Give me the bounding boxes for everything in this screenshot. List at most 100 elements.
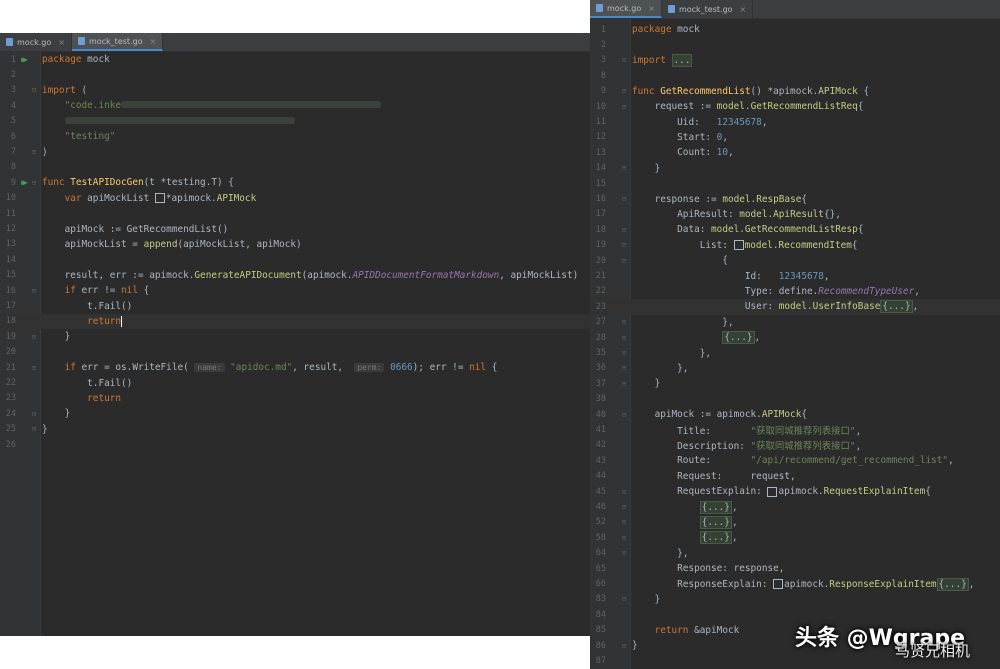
code-line[interactable]: 25 ⊟} bbox=[0, 422, 590, 437]
fold-marker-icon[interactable]: ⊟ bbox=[620, 56, 628, 64]
code-line[interactable]: 18 return bbox=[0, 313, 590, 330]
code-line[interactable]: 12 Start: 0, bbox=[590, 130, 1000, 145]
fold-marker-icon[interactable]: ⊟ bbox=[620, 195, 628, 203]
code-line[interactable]: 27 ⊟ }, bbox=[590, 315, 1000, 330]
code-line[interactable]: 65 Response: response, bbox=[590, 561, 1000, 576]
fold-marker-icon[interactable]: ⊟ bbox=[620, 241, 628, 249]
code-line[interactable]: 15 result, err := apimock.GenerateAPIDoc… bbox=[0, 268, 590, 283]
fold-marker-icon[interactable]: ⊟ bbox=[30, 287, 38, 295]
code-line[interactable]: 24 ⊟ } bbox=[0, 406, 590, 421]
fold-marker-icon[interactable]: ⊟ bbox=[30, 410, 38, 418]
code-line[interactable]: 23 User: model.UserInfoBase {...}, bbox=[590, 299, 1000, 315]
code-line[interactable]: 2 bbox=[590, 37, 1000, 52]
fold-marker-icon[interactable]: ⊟ bbox=[620, 380, 628, 388]
folded-region[interactable]: ... bbox=[671, 53, 693, 67]
fold-marker-icon[interactable]: ⊟ bbox=[30, 425, 38, 433]
fold-marker-icon[interactable]: ⊟ bbox=[620, 534, 628, 542]
code-line[interactable]: 9 ▶▶ ⊟ func TestAPIDocGen(t *testing.T) { bbox=[0, 175, 590, 190]
code-line[interactable]: 43 Route: "/api/recommend/get_recommend_… bbox=[590, 453, 1000, 468]
close-icon[interactable]: × bbox=[58, 38, 65, 47]
code-line[interactable]: 21 Id: 12345678, bbox=[590, 268, 1000, 283]
code-line[interactable]: 2 bbox=[0, 67, 590, 82]
code-line[interactable]: 22 t.Fail() bbox=[0, 375, 590, 390]
code-line[interactable]: 37 ⊟ } bbox=[590, 376, 1000, 391]
code-line[interactable]: 41 Title: "获取同城推荐列表接口", bbox=[590, 422, 1000, 437]
fold-marker-icon[interactable]: ⊟ bbox=[620, 518, 628, 526]
code-line[interactable]: 45 ⊟ RequestExplain: apimock.RequestExpla… bbox=[590, 484, 1000, 499]
folded-region[interactable]: {...} bbox=[699, 500, 732, 514]
folded-region[interactable]: {...} bbox=[699, 531, 732, 545]
code-line[interactable]: 26 bbox=[0, 437, 590, 452]
code-line[interactable]: 11 bbox=[0, 206, 590, 221]
code-line[interactable]: 42 Description: "获取同城推荐列表接口", bbox=[590, 438, 1000, 453]
fold-marker-icon[interactable]: ⊟ bbox=[620, 164, 628, 172]
code-line[interactable]: 10 var apiMockList *apimock.APIMock bbox=[0, 191, 590, 206]
fold-marker-icon[interactable]: ⊟ bbox=[620, 549, 628, 557]
fold-marker-icon[interactable]: ⊟ bbox=[620, 257, 628, 265]
code-line[interactable]: 20 bbox=[0, 345, 590, 360]
fold-marker-icon[interactable]: ⊟ bbox=[30, 86, 38, 94]
code-line[interactable]: 58 ⊟ {...}, bbox=[590, 530, 1000, 545]
code-line[interactable]: 10 ⊟ request := model.GetRecommendListReq… bbox=[590, 99, 1000, 114]
code-line[interactable]: 64 ⊟ }, bbox=[590, 546, 1000, 561]
fold-marker-icon[interactable]: ⊟ bbox=[30, 179, 38, 187]
tab-mock-test-go[interactable]: mock_test.go × bbox=[662, 0, 754, 18]
code-line[interactable]: 13 Count: 10, bbox=[590, 145, 1000, 160]
code-line[interactable]: 3 ⊟ import ... bbox=[590, 53, 1000, 68]
code-line[interactable]: 13 apiMockList = append(apiMockList, api… bbox=[0, 237, 590, 252]
fold-marker-icon[interactable]: ⊟ bbox=[30, 333, 38, 341]
close-icon[interactable]: × bbox=[648, 4, 655, 13]
code-line[interactable]: 11 Uid: 12345678, bbox=[590, 114, 1000, 129]
code-editor[interactable]: 1 package mock 2 3 ⊟ import ... 8 9 ⊟ func GetRec… bbox=[590, 19, 1000, 669]
code-line[interactable]: 83 ⊟ } bbox=[590, 592, 1000, 607]
folded-region[interactable]: {...} bbox=[722, 331, 755, 345]
code-line[interactable]: 19 ⊟ } bbox=[0, 329, 590, 344]
close-icon[interactable]: × bbox=[740, 5, 747, 14]
code-line[interactable]: 7 ⊟) bbox=[0, 144, 590, 159]
fold-marker-icon[interactable]: ⊟ bbox=[620, 411, 628, 419]
code-line[interactable]: 15 bbox=[590, 176, 1000, 191]
folded-region[interactable]: {...} bbox=[880, 300, 913, 314]
code-line[interactable]: 44 Request: request, bbox=[590, 469, 1000, 484]
fold-marker-icon[interactable]: ⊟ bbox=[620, 87, 628, 95]
code-line[interactable]: 22 Type: define.RecommendTypeUser, bbox=[590, 284, 1000, 299]
code-line[interactable]: 40 ⊟ apiMock := apimock.APIMock{ bbox=[590, 407, 1000, 422]
code-line[interactable]: 17 t.Fail() bbox=[0, 298, 590, 313]
code-line[interactable]: 8 bbox=[0, 160, 590, 175]
code-line[interactable]: 5 bbox=[0, 114, 590, 129]
code-line[interactable]: 28 ⊟ {...}, bbox=[590, 330, 1000, 345]
fold-marker-icon[interactable]: ⊟ bbox=[30, 364, 38, 372]
fold-marker-icon[interactable]: ⊟ bbox=[620, 349, 628, 357]
fold-marker-icon[interactable]: ⊟ bbox=[620, 318, 628, 326]
fold-marker-icon[interactable]: ⊟ bbox=[620, 334, 628, 342]
code-line[interactable]: 4 "code.inke bbox=[0, 98, 590, 113]
code-line[interactable]: 9 ⊟ func GetRecommendList() *apimock.APIMo… bbox=[590, 84, 1000, 99]
code-line[interactable]: 1 package mock bbox=[590, 22, 1000, 37]
code-line[interactable]: 38 bbox=[590, 392, 1000, 407]
code-editor[interactable]: 1 ▶▶ package mock 2 3 ⊟ import (4 "code.inke 5 … bbox=[0, 52, 590, 636]
fold-marker-icon[interactable]: ⊟ bbox=[620, 595, 628, 603]
code-line[interactable]: 35 ⊟ }, bbox=[590, 345, 1000, 360]
folded-region[interactable]: {...} bbox=[936, 577, 969, 591]
fold-marker-icon[interactable]: ⊟ bbox=[620, 503, 628, 511]
run-test-icon[interactable]: ▶▶ bbox=[16, 55, 30, 64]
code-line[interactable]: 20 ⊟ { bbox=[590, 253, 1000, 268]
code-line[interactable]: 23 return bbox=[0, 391, 590, 406]
fold-marker-icon[interactable]: ⊟ bbox=[620, 488, 628, 496]
code-line[interactable]: 52 ⊟ {...}, bbox=[590, 515, 1000, 530]
fold-marker-icon[interactable]: ⊟ bbox=[620, 642, 628, 650]
code-line[interactable]: 36 ⊟ }, bbox=[590, 361, 1000, 376]
code-line[interactable]: 21 ⊟ if err = os.WriteFile( name: "apidoc… bbox=[0, 360, 590, 375]
fold-marker-icon[interactable]: ⊟ bbox=[620, 226, 628, 234]
code-line[interactable]: 19 ⊟ List: model.RecommendItem{ bbox=[590, 238, 1000, 253]
tab-mock-go[interactable]: mock.go × bbox=[590, 0, 662, 18]
tab-mock-go[interactable]: mock.go × bbox=[0, 33, 72, 51]
code-line[interactable]: 16 ⊟ response := model.RespBase{ bbox=[590, 191, 1000, 206]
code-line[interactable]: 1 ▶▶ package mock bbox=[0, 52, 590, 67]
code-line[interactable]: 12 apiMock := GetRecommendList() bbox=[0, 221, 590, 236]
code-line[interactable]: 17 ApiResult: model.ApiResult{}, bbox=[590, 207, 1000, 222]
close-icon[interactable]: × bbox=[150, 37, 157, 46]
code-line[interactable]: 18 ⊟ Data: model.GetRecommendListResp{ bbox=[590, 222, 1000, 237]
code-line[interactable]: 16 ⊟ if err != nil { bbox=[0, 283, 590, 298]
run-test-icon[interactable]: ▶▶ bbox=[16, 178, 30, 187]
